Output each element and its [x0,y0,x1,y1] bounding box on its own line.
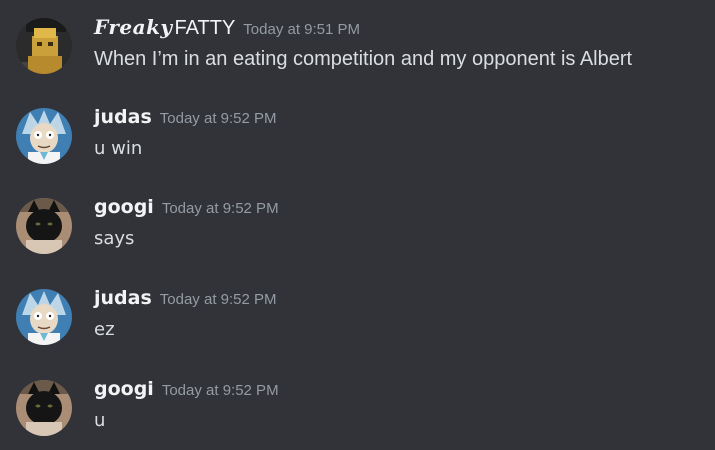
message-content: ez [94,319,115,340]
message-header: googi Today at 9:52 PM [94,194,279,222]
message-header: judas Today at 9:52 PM [94,104,277,132]
message-header: judas Today at 9:52 PM [94,285,277,313]
message-content: u win [94,138,143,159]
username[interactable]: googi [94,196,154,218]
message-item: googi Today at 9:52 PM says [0,180,715,260]
message-item: googi Today at 9:52 PM u [0,362,715,442]
timestamp: Today at 9:51 PM [243,21,361,38]
message-content: says [94,228,135,249]
message-item: judas Today at 9:52 PM ez [0,271,715,351]
roblox-character-avatar-icon[interactable] [16,18,72,74]
timestamp: Today at 9:52 PM [161,382,279,399]
message-header: Freaky FATTY Today at 9:51 PM [94,14,360,43]
username[interactable]: judas [94,106,152,128]
chat-message-list: Freaky FATTY Today at 9:51 PM When I’m in … [0,0,715,450]
timestamp: Today at 9:52 PM [159,291,277,308]
message-header: googi Today at 9:52 PM [94,376,279,404]
message-item: Freaky FATTY Today at 9:51 PM When I’m in … [0,0,715,80]
rick-sanchez-avatar-icon[interactable] [16,108,72,164]
black-cat-avatar-icon[interactable] [16,198,72,254]
timestamp: Today at 9:52 PM [161,200,279,217]
username[interactable]: googi [94,378,154,400]
username-styled[interactable]: Freaky [94,15,173,39]
rick-sanchez-avatar-icon[interactable] [16,289,72,345]
black-cat-avatar-icon[interactable] [16,380,72,436]
timestamp: Today at 9:52 PM [159,110,277,127]
message-content: When I’m in an eating competition and my… [94,48,633,70]
message-item: judas Today at 9:52 PM u win [0,90,715,170]
message-content: u [94,410,106,431]
username[interactable]: judas [94,287,152,309]
username[interactable]: FATTY [175,17,236,39]
